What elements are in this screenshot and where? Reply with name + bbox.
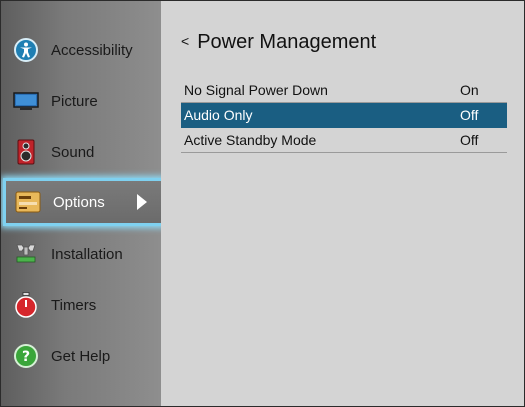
page-title: < Power Management <box>181 31 376 54</box>
sidebar-item-label: Picture <box>51 92 98 110</box>
sidebar-item-label: Accessibility <box>51 41 133 59</box>
menu-row-audio-only[interactable]: Audio Only Off <box>181 103 507 128</box>
svg-text:?: ? <box>22 349 30 365</box>
menu-row-value: Off <box>460 107 479 123</box>
sidebar-item-sound[interactable]: Sound <box>1 127 161 177</box>
sidebar-item-label: Installation <box>51 245 123 263</box>
chevron-right-icon <box>137 194 147 210</box>
menu-row-no-signal-power-down[interactable]: No Signal Power Down On <box>181 78 507 103</box>
sidebar: Accessibility Picture Sound Options Inst… <box>1 1 164 406</box>
menu-row-label: Active Standby Mode <box>184 132 317 148</box>
menu-row-label: No Signal Power Down <box>184 82 328 98</box>
main-panel: < Power Management No Signal Power Down O… <box>161 1 524 406</box>
sidebar-item-label: Timers <box>51 296 97 314</box>
menu-list: No Signal Power Down On Audio Only Off A… <box>181 78 507 153</box>
help-icon: ? <box>13 343 39 369</box>
menu-row-active-standby-mode[interactable]: Active Standby Mode Off <box>181 128 507 153</box>
menu-row-value: On <box>460 82 479 98</box>
accessibility-icon <box>13 37 39 63</box>
sidebar-item-installation[interactable]: Installation <box>1 229 161 279</box>
sidebar-item-picture[interactable]: Picture <box>1 76 161 126</box>
menu-row-value: Off <box>460 132 479 148</box>
tv-screen: Accessibility Picture Sound Options Inst… <box>0 0 525 407</box>
sidebar-item-options[interactable]: Options <box>3 178 164 226</box>
sidebar-item-label: Sound <box>51 143 95 161</box>
installation-icon <box>13 241 39 267</box>
sidebar-item-get-help[interactable]: ? Get Help <box>1 331 161 381</box>
picture-icon <box>13 88 39 114</box>
sidebar-item-timers[interactable]: Timers <box>1 280 161 330</box>
sound-icon <box>13 139 39 165</box>
sidebar-item-label: Get Help <box>51 347 111 365</box>
page-title-text: Power Management <box>197 31 377 53</box>
menu-row-label: Audio Only <box>184 107 253 123</box>
timers-icon <box>13 292 39 318</box>
sidebar-item-label: Options <box>53 193 105 211</box>
back-button[interactable]: < <box>181 33 189 49</box>
options-icon <box>15 189 41 215</box>
sidebar-item-accessibility[interactable]: Accessibility <box>1 25 161 75</box>
